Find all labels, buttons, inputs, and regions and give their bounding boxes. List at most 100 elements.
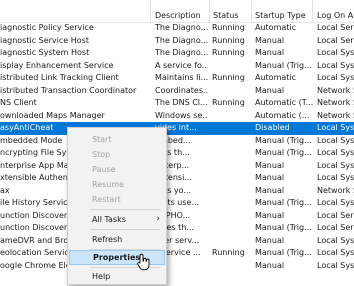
service-startup-type: Disabled	[255, 123, 290, 132]
service-row[interactable]: ownloaded Maps Manager Windows se... Aut…	[0, 110, 354, 123]
column-header: Description Status Startup Type Log On A…	[0, 0, 354, 23]
service-row[interactable]: nterprise App Mana Enterp... Manual Loca…	[0, 160, 354, 173]
menu-item-refresh[interactable]: Refresh	[68, 232, 166, 247]
menu-separator	[90, 209, 160, 210]
service-log-on-as: Network S	[317, 98, 354, 107]
service-row[interactable]: xtensible Authentic Extensi... Manual Lo…	[0, 172, 354, 185]
service-log-on-as: Local Syste	[317, 60, 354, 70]
service-row[interactable]: ax bles yo... Manual Network S	[0, 185, 354, 198]
menu-item-label: All Tasks	[92, 215, 126, 224]
service-startup-type: Automatic	[255, 23, 297, 32]
service-log-on-as: Network S	[317, 110, 354, 120]
service-log-on-as: Local Syste	[317, 248, 354, 257]
service-row-selected[interactable]: asyAntiCheat vides int... Disabled Local…	[0, 122, 354, 135]
service-row[interactable]: oogle Chrome Elev Manual Local Syste	[0, 260, 354, 273]
menu-item-label: Help	[92, 272, 111, 281]
menu-item-label: Restart	[92, 195, 121, 204]
service-status: Running	[212, 23, 245, 32]
service-row[interactable]: unction Discovery I ishes th... Manual (…	[0, 222, 354, 235]
column-divider[interactable]	[312, 0, 313, 22]
service-startup-type: Manual	[255, 210, 285, 220]
service-description: Windows se...	[155, 110, 208, 120]
service-row[interactable]: iagnostic Policy Service The Diagno... R…	[0, 22, 354, 35]
service-startup-type: Manual	[255, 35, 285, 45]
service-description: The Diagno...	[155, 23, 208, 32]
column-divider[interactable]	[150, 0, 151, 22]
service-startup-type: Automatic (...	[255, 110, 310, 120]
menu-item-restart[interactable]: Restart	[68, 192, 166, 207]
chevron-right-icon: ›	[156, 214, 160, 224]
service-status: Running	[212, 73, 245, 82]
column-header-description[interactable]: Description	[155, 11, 201, 20]
service-row[interactable]: eolocation Service s service ... Running…	[0, 247, 354, 260]
service-row[interactable]: unction Discovery I FDPHO... Manual Loca…	[0, 210, 354, 223]
service-startup-type: Manual	[255, 48, 285, 57]
service-row[interactable]: istributed Transaction Coordinator Coord…	[0, 85, 354, 98]
service-name: istributed Transaction Coordinator	[0, 85, 137, 95]
hand-cursor-icon	[137, 253, 150, 271]
service-row[interactable]: mbedded Mode Embed... Manual (Trig... Lo…	[0, 135, 354, 148]
column-header-status[interactable]: Status	[213, 11, 239, 20]
service-description: Maintains li...	[155, 73, 208, 82]
service-log-on-as: Local Syste	[317, 173, 354, 182]
services-list: iagnostic Policy Service The Diagno... R…	[0, 22, 354, 272]
menu-item-stop[interactable]: Stop	[68, 147, 166, 162]
service-row[interactable]: ameDVR and Broad user serv... Manual Loc…	[0, 235, 354, 248]
menu-item-all-tasks[interactable]: All Tasks ›	[68, 212, 166, 227]
service-row[interactable]: iagnostic System Host The Diagno... Runn…	[0, 47, 354, 60]
service-startup-type: Manual (Trig...	[255, 248, 312, 257]
service-log-on-as: Local Syste	[317, 198, 354, 207]
menu-item-pause[interactable]: Pause	[68, 162, 166, 177]
service-log-on-as: Local Syste	[317, 135, 354, 145]
service-startup-type: Automatic (T...	[255, 98, 313, 107]
service-row[interactable]: iagnostic Service Host The Diagno... Run…	[0, 35, 354, 48]
service-row[interactable]: ncrypting File Syste ides th... Manual (…	[0, 147, 354, 160]
service-startup-type: Manual	[255, 260, 285, 270]
menu-item-label: Pause	[92, 165, 116, 174]
service-startup-type: Manual (Trig...	[255, 60, 312, 70]
service-description: The Diagno...	[155, 35, 208, 45]
service-status: Running	[212, 248, 245, 257]
service-row[interactable]: NS Client The DNS Cl... Running Automati…	[0, 97, 354, 110]
service-log-on-as: Network S	[317, 185, 354, 195]
menu-item-label: Stop	[92, 150, 111, 159]
service-description: Coordinates...	[155, 85, 208, 95]
menu-item-label: Resume	[92, 180, 125, 189]
service-description: A service fo...	[155, 60, 208, 70]
service-startup-type: Automatic	[255, 73, 297, 82]
service-log-on-as: Local Servi	[317, 210, 354, 220]
service-status: Running	[212, 35, 245, 45]
column-header-startup-type[interactable]: Startup Type	[255, 11, 306, 20]
service-log-on-as: Local Syste	[317, 148, 354, 157]
service-startup-type: Manual (Trig...	[255, 198, 312, 207]
menu-separator	[90, 229, 160, 230]
service-startup-type: Manual	[255, 173, 285, 182]
menu-item-help[interactable]: Help	[68, 269, 166, 284]
service-row[interactable]: istributed Link Tracking Client Maintain…	[0, 72, 354, 85]
service-description: The DNS Cl...	[155, 98, 208, 107]
menu-item-start[interactable]: Start	[68, 132, 166, 147]
menu-item-label: Properties	[93, 253, 141, 262]
column-header-log-on-as[interactable]: Log On As	[317, 11, 354, 20]
service-row[interactable]: isplay Enhancement Service A service fo.…	[0, 60, 354, 73]
service-description: The Diagno...	[155, 48, 208, 57]
service-row[interactable]: ile History Service tects use... Manual …	[0, 197, 354, 210]
service-name: ownloaded Maps Manager	[0, 110, 105, 120]
service-startup-type: Manual	[255, 235, 285, 245]
service-name: iagnostic Policy Service	[0, 23, 94, 32]
service-log-on-as: Local Syste	[317, 160, 354, 170]
service-log-on-as: Local Servi	[317, 23, 354, 32]
service-name: iagnostic System Host	[0, 48, 90, 57]
service-startup-type: Manual	[255, 160, 285, 170]
service-status: Running	[212, 98, 245, 107]
service-name: istributed Link Tracking Client	[0, 73, 119, 82]
column-divider[interactable]	[209, 0, 210, 22]
service-log-on-as: Local Syste	[317, 260, 354, 270]
menu-item-resume[interactable]: Resume	[68, 177, 166, 192]
column-divider[interactable]	[251, 0, 252, 22]
service-startup-type: Manual (Trig...	[255, 223, 312, 232]
service-name: isplay Enhancement Service	[0, 60, 114, 70]
menu-item-label: Start	[92, 135, 112, 144]
service-log-on-as: Network S	[317, 85, 354, 95]
menu-item-label: Refresh	[92, 235, 123, 244]
